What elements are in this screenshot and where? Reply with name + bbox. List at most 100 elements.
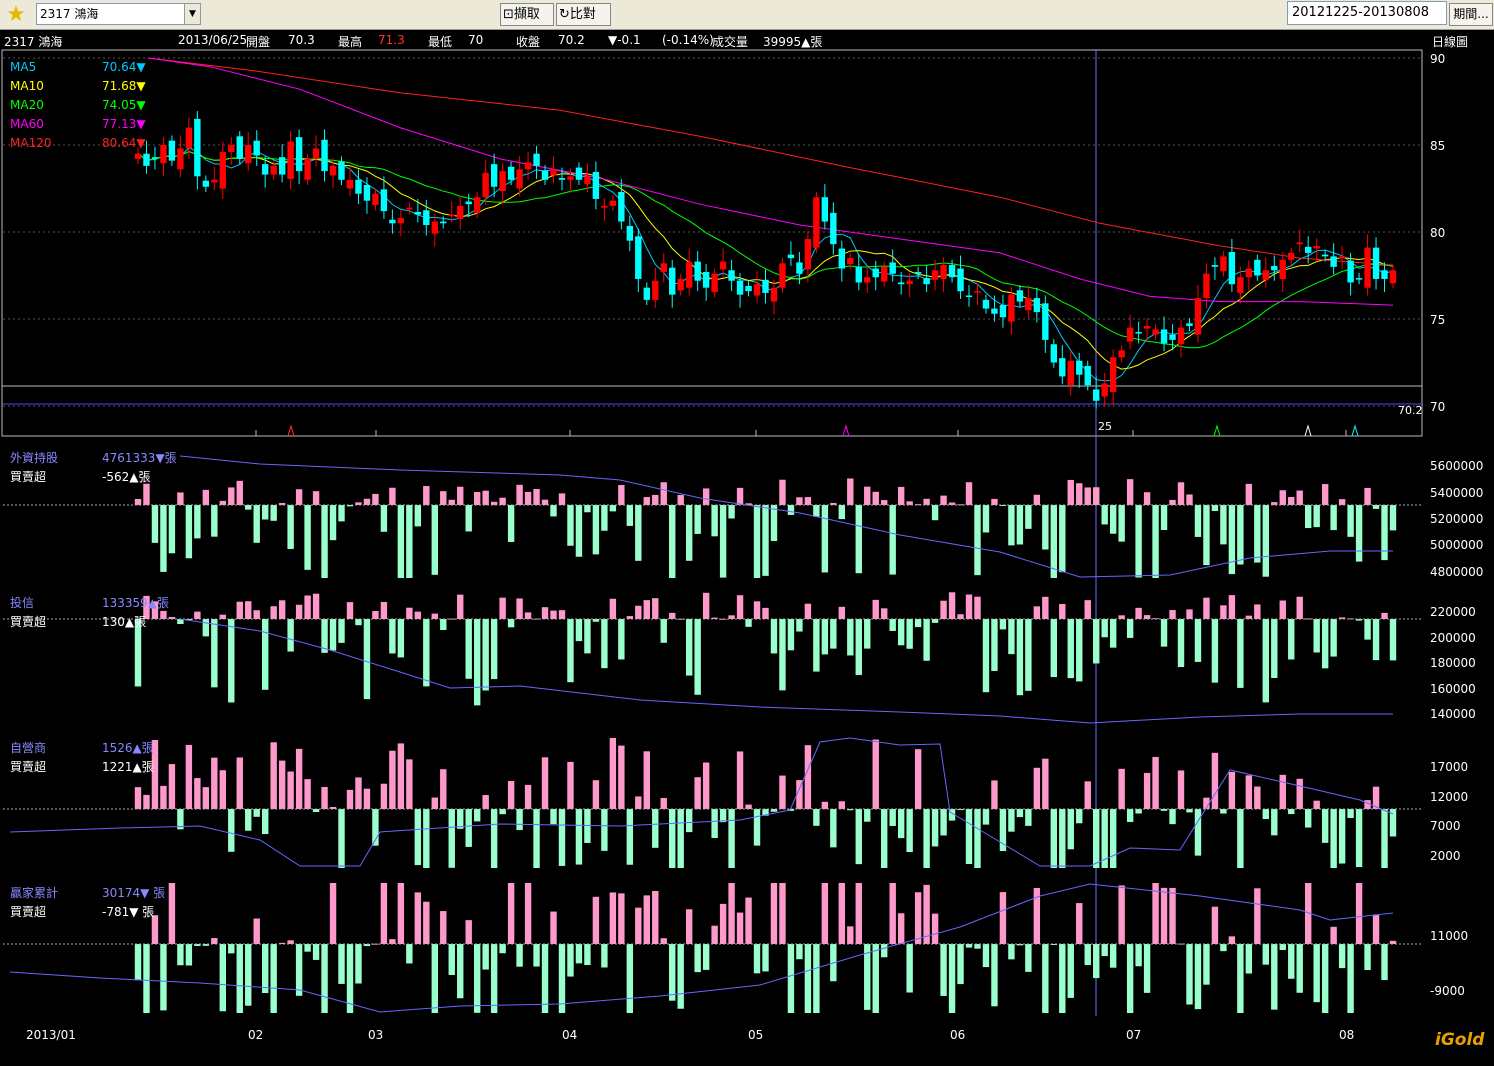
foreign-bar — [1135, 505, 1142, 578]
foreign-bar — [931, 505, 939, 521]
candle-body — [524, 162, 532, 170]
dealer-bar — [923, 809, 930, 868]
winner-bar — [575, 944, 583, 964]
winner-bar — [660, 938, 667, 944]
dealer-bar — [1237, 809, 1244, 868]
winner-bar — [507, 883, 515, 944]
foreign-bar — [1126, 479, 1134, 505]
foreign-bar — [575, 505, 583, 557]
foreign-bar — [1254, 505, 1261, 563]
foreign-bar — [1016, 505, 1024, 545]
dealer-bar — [1279, 774, 1286, 809]
foreign-bar — [592, 505, 600, 555]
dealer-bar — [202, 787, 210, 809]
dealer-bar — [278, 760, 286, 809]
candle-body — [1279, 259, 1286, 279]
stock-chart[interactable] — [0, 0, 1494, 1066]
trust-bar — [1194, 619, 1202, 662]
dealer-title: 自營商 — [10, 741, 47, 755]
candle-body — [160, 145, 167, 164]
candle-body — [694, 261, 701, 281]
winner-bar — [143, 944, 150, 1013]
dealer-ytick: 17000 — [1430, 760, 1469, 774]
trust-title: 投信 — [10, 596, 35, 610]
foreign-ytick: 5000000 — [1430, 538, 1484, 552]
foreign-bar — [618, 484, 625, 505]
trust-net: 130▲張 — [102, 615, 147, 629]
price-tick: 70 — [1430, 400, 1446, 414]
candle-body — [779, 263, 786, 288]
foreign-bar — [1059, 505, 1066, 573]
foreign-bar — [448, 499, 455, 505]
trust-bar — [821, 619, 829, 655]
foreign-bar — [228, 487, 235, 505]
winner-bar — [779, 883, 786, 944]
dealer-bar — [1093, 809, 1100, 868]
winner-bar — [457, 944, 464, 999]
candle-body — [304, 158, 311, 180]
trust-bar — [1381, 612, 1388, 619]
foreign-bar — [1347, 505, 1354, 537]
dealer-bar — [1025, 809, 1032, 826]
candle-body — [669, 267, 676, 295]
candle-body — [482, 172, 489, 198]
candle-body — [278, 157, 286, 175]
dealer-bar — [1076, 809, 1083, 824]
dealer-bar — [1126, 809, 1134, 822]
foreign-bar — [719, 505, 727, 578]
dealer-bar — [575, 809, 583, 865]
winner-bar — [1347, 944, 1354, 1013]
dealer-bar — [753, 809, 761, 846]
dealer-bar — [1347, 809, 1354, 818]
dealer-bar — [1177, 770, 1185, 809]
winner-bar — [1118, 885, 1125, 944]
winner-bar — [685, 909, 693, 944]
winner-bar — [881, 944, 888, 958]
foreign-bar — [406, 505, 413, 578]
foreign-bar — [1093, 487, 1100, 505]
foreign-bar — [558, 493, 566, 505]
trust-bar — [906, 619, 913, 649]
winner-bar — [1084, 944, 1091, 966]
dealer-bar — [1338, 809, 1346, 864]
dealer-bar — [982, 809, 990, 825]
dealer-bar — [1254, 786, 1261, 809]
trust-bar — [1016, 619, 1024, 696]
trust-bar — [457, 594, 464, 619]
trust-net-label: 買賣超 — [10, 615, 47, 629]
dealer-bar — [1186, 809, 1193, 813]
candle-body — [1381, 270, 1388, 279]
winner-bar — [889, 883, 896, 944]
winner-bar — [923, 884, 930, 944]
dealer-bar — [1042, 758, 1049, 809]
foreign-bar — [982, 505, 990, 533]
candle-body — [1025, 298, 1032, 311]
winner-bar — [1279, 944, 1286, 950]
dealer-bar — [261, 809, 269, 835]
candle-body — [567, 176, 574, 180]
candle-body — [431, 221, 438, 234]
trust-bar — [957, 614, 964, 619]
trust-bar — [1135, 607, 1142, 619]
dealer-bar — [745, 804, 752, 809]
trust-bar — [1093, 619, 1100, 664]
trust-bar — [490, 619, 498, 680]
candle-body — [151, 157, 159, 159]
foreign-bar — [389, 487, 396, 505]
foreign-bar — [1389, 505, 1397, 531]
candle-body — [287, 141, 294, 179]
trust-bar — [889, 619, 896, 631]
trust-bar — [253, 610, 260, 619]
winner-bar — [414, 892, 422, 944]
dealer-bar — [830, 809, 837, 848]
foreign-bar — [304, 505, 311, 570]
dealer-bar — [1067, 809, 1074, 850]
winner-bar — [609, 892, 617, 944]
candle-body — [1109, 357, 1117, 393]
dealer-bar — [253, 809, 260, 817]
foreign-bar — [847, 478, 854, 505]
trust-bar — [999, 619, 1007, 630]
foreign-bar — [177, 492, 184, 505]
foreign-bar — [1330, 505, 1337, 531]
dealer-bar — [609, 738, 617, 809]
